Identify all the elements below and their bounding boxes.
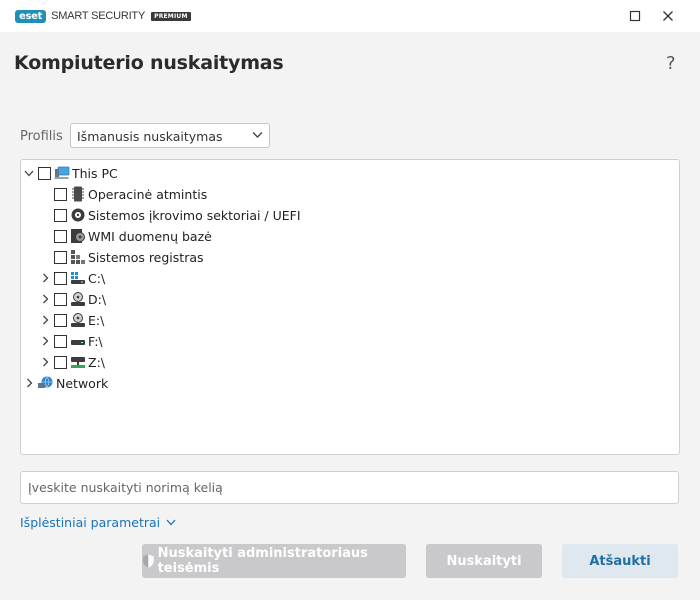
chevron-down-icon xyxy=(24,170,34,176)
registry-icon xyxy=(70,249,86,265)
checkbox[interactable] xyxy=(54,229,67,243)
tree-node-label: This PC xyxy=(72,165,118,181)
help-button[interactable]: ? xyxy=(666,53,676,74)
tree-node-boot-sectors[interactable]: Sistemos įkrovimo sektoriai / UEFI xyxy=(54,205,301,225)
chevron-right-icon xyxy=(42,294,48,304)
tree-node-drive-z[interactable]: Z:\ xyxy=(39,352,105,372)
page-title: Kompiuterio nuskaitymas xyxy=(14,52,284,74)
checkbox[interactable] xyxy=(54,250,67,264)
minimize-button[interactable] xyxy=(618,0,652,32)
checkbox[interactable] xyxy=(54,355,67,369)
advanced-settings-link[interactable]: Išplėstiniai parametrai xyxy=(20,515,176,530)
network-drive-icon xyxy=(70,354,86,370)
chevron-right-icon xyxy=(42,336,48,346)
tree-node-this-pc[interactable]: This PC xyxy=(23,163,118,183)
advanced-settings-label: Išplėstiniai parametrai xyxy=(20,515,161,530)
tree-node-label: C:\ xyxy=(88,270,106,286)
chevron-down-icon xyxy=(166,519,176,526)
scan-as-admin-label: Nuskaityti administratoriaus teisėmis xyxy=(157,546,368,576)
tree-node-drive-e[interactable]: E:\ xyxy=(39,310,104,330)
tree-node-drive-f[interactable]: F:\ xyxy=(39,331,103,351)
edition-badge: PREMIUM xyxy=(151,11,191,21)
checkbox[interactable] xyxy=(54,292,67,306)
chevron-right-icon xyxy=(26,378,32,388)
disc-icon xyxy=(70,207,86,223)
tree-node-drive-c[interactable]: C:\ xyxy=(39,268,105,288)
tree-node-drive-d[interactable]: D:\ xyxy=(39,289,106,309)
tree-node-memory[interactable]: Operacinė atmintis xyxy=(54,184,207,204)
chevron-right-icon xyxy=(42,315,48,325)
chevron-right-icon xyxy=(42,357,48,367)
system-drive-icon xyxy=(70,270,86,286)
tree-node-label: Sistemos registras xyxy=(88,249,204,265)
optical-drive-icon xyxy=(70,312,86,328)
tree-node-label: WMI duomenų bazė xyxy=(88,228,212,244)
chevron-right-icon xyxy=(42,273,48,283)
tree-node-label: Operacinė atmintis xyxy=(88,186,208,202)
optical-drive-icon xyxy=(70,291,86,307)
network-icon xyxy=(38,375,54,391)
chevron-down-icon xyxy=(252,132,263,138)
tree-node-label: D:\ xyxy=(88,291,107,307)
scan-path-input[interactable] xyxy=(20,471,679,504)
expand-toggle[interactable] xyxy=(39,331,51,351)
tree-node-label: Z:\ xyxy=(88,354,105,370)
checkbox[interactable] xyxy=(54,313,67,327)
profile-selected-value: Išmanusis nuskaitymas xyxy=(77,129,223,144)
computer-icon xyxy=(54,165,70,181)
app-logo: eset SMART SECURITY PREMIUM xyxy=(15,9,191,23)
tree-node-network[interactable]: Network xyxy=(23,373,108,393)
shield-icon xyxy=(142,554,154,568)
title-bar: eset SMART SECURITY PREMIUM xyxy=(0,0,700,32)
checkbox[interactable] xyxy=(54,271,67,285)
checkbox[interactable] xyxy=(54,187,67,201)
checkbox[interactable] xyxy=(54,208,67,222)
eset-logo: eset xyxy=(15,9,47,23)
expand-toggle[interactable] xyxy=(23,163,35,183)
product-name: SMART SECURITY xyxy=(51,10,146,22)
expand-toggle[interactable] xyxy=(39,310,51,330)
expand-toggle[interactable] xyxy=(39,268,51,288)
checkbox[interactable] xyxy=(38,166,51,180)
expand-toggle[interactable] xyxy=(39,352,51,372)
tree-node-registry[interactable]: Sistemos registras xyxy=(54,247,204,267)
tree-node-label: F:\ xyxy=(88,333,103,349)
tree-node-label: Network xyxy=(56,375,109,391)
close-icon xyxy=(663,11,673,21)
expand-toggle[interactable] xyxy=(23,373,35,393)
minimize-icon xyxy=(629,10,641,22)
drive-icon xyxy=(70,333,86,349)
scan-as-admin-button[interactable]: Nuskaityti administratoriaus teisėmis xyxy=(142,544,406,578)
profile-select[interactable]: Išmanusis nuskaitymas xyxy=(70,123,270,148)
checkbox[interactable] xyxy=(54,334,67,348)
memory-chip-icon xyxy=(70,186,86,202)
cancel-button[interactable]: Atšaukti xyxy=(562,544,678,578)
scan-target-tree[interactable]: This PC Operacinė atmintis Sistemos įkro… xyxy=(20,159,680,455)
expand-toggle[interactable] xyxy=(39,289,51,309)
close-button[interactable] xyxy=(651,0,685,32)
tree-node-label: E:\ xyxy=(88,312,105,328)
tree-node-wmi[interactable]: WMI duomenų bazė xyxy=(54,226,212,246)
scan-button[interactable]: Nuskaityti xyxy=(426,544,542,578)
tree-node-label: Sistemos įkrovimo sektoriai / UEFI xyxy=(88,207,301,223)
wmi-database-icon xyxy=(70,228,86,244)
profile-label: Profilis xyxy=(20,129,63,144)
